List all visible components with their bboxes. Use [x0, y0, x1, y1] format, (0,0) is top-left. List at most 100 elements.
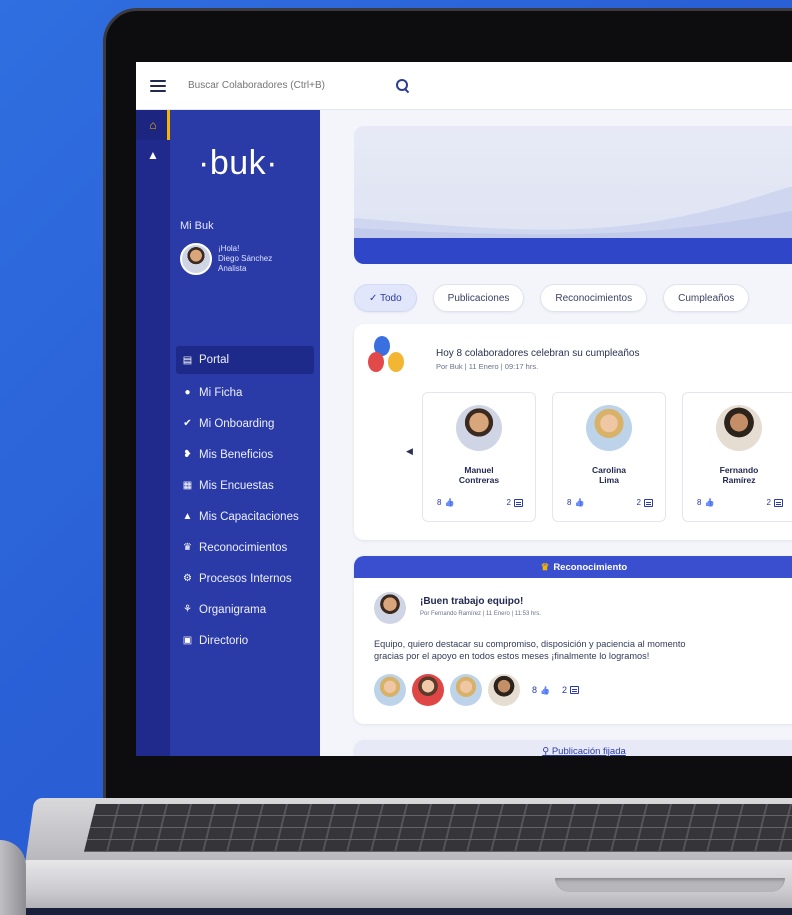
feed-filters: ✓ Todo Publicaciones Reconocimientos Cum…: [354, 284, 750, 312]
person-first-name: Carolina: [591, 465, 626, 475]
avatar[interactable]: [374, 674, 406, 706]
rail-home[interactable]: ⌂: [136, 110, 170, 140]
avatar[interactable]: [488, 674, 520, 706]
like-count: 8: [567, 498, 572, 507]
avatar: [586, 405, 632, 451]
recognition-card: ♛ Reconocimiento ¡Buen trabajo equipo! P…: [354, 556, 792, 724]
comment-count: 2: [561, 685, 567, 695]
avatar: [180, 243, 212, 275]
avatar: [716, 405, 762, 451]
birthday-person-card[interactable]: Carolina Lima 8 2: [552, 392, 666, 522]
thumbs-up-icon: [444, 498, 454, 507]
recognition-header: ♛ Reconocimiento: [354, 556, 792, 578]
user-icon: ●: [184, 387, 191, 398]
menu-icon[interactable]: [150, 79, 166, 92]
pinned-header[interactable]: ⚲ Publicación fijada: [354, 740, 792, 756]
process-icon: ⚙: [183, 573, 192, 584]
org-chart-icon: ⚘: [183, 604, 192, 615]
avatar[interactable]: [374, 592, 406, 624]
icon-rail: ⌂ ▲: [136, 110, 170, 756]
birthday-meta: Por Buk | 11 Enero | 09:17 hrs.: [436, 362, 539, 371]
laptop-shadow: [0, 908, 792, 915]
trophy-icon: ♛: [540, 561, 550, 573]
graduation-icon: ▲: [147, 148, 159, 162]
person-first-name: Fernando: [719, 465, 759, 475]
user-profile[interactable]: ¡Hola! Diego Sánchez Analista: [180, 243, 272, 275]
sidebar-item-mis-beneficios[interactable]: ❥ Mis Beneficios: [170, 439, 320, 470]
sidebar-item-portal[interactable]: ▤ Portal: [176, 346, 314, 374]
sidebar-item-label: Mi Ficha: [199, 386, 243, 399]
sidebar-item-mi-ficha[interactable]: ● Mi Ficha: [170, 377, 320, 408]
comment-icon: [514, 498, 523, 507]
comment-button[interactable]: 2: [507, 498, 523, 507]
sidebar-item-label: Mi Onboarding: [199, 417, 275, 430]
banner-strip: [354, 238, 792, 264]
comment-icon: [570, 686, 579, 694]
sidebar-item-directorio[interactable]: ▣ Directorio: [170, 625, 320, 656]
reactors: 8 2: [374, 674, 579, 706]
birthday-people: Manuel Contreras 8 2 Carolina Lima: [422, 392, 792, 522]
balloons-icon: [368, 336, 416, 376]
top-bar: [136, 62, 792, 110]
like-button[interactable]: 8: [532, 685, 550, 695]
home-icon: ⌂: [149, 118, 157, 132]
avatar[interactable]: [450, 674, 482, 706]
sidebar-item-organigrama[interactable]: ⚘ Organigrama: [170, 594, 320, 625]
comment-button[interactable]: 2: [637, 498, 653, 507]
buk-logo[interactable]: ·buk·: [198, 144, 278, 183]
post-title: ¡Buen trabajo equipo!: [420, 596, 524, 607]
hero-banner: [354, 126, 792, 264]
like-button[interactable]: 8: [567, 498, 584, 507]
search-icon[interactable]: [396, 78, 410, 93]
comment-button[interactable]: 2: [562, 685, 579, 695]
chevron-left-icon[interactable]: ◀: [406, 446, 413, 457]
person-last-name: Contreras: [458, 475, 500, 485]
sidebar-item-label: Procesos Internos: [199, 572, 292, 585]
filter-cumpleanos[interactable]: Cumpleaños: [663, 284, 750, 312]
sidebar-item-label: Organigrama: [199, 603, 267, 616]
like-count: 8: [697, 498, 702, 507]
birthday-person-card[interactable]: Manuel Contreras 8 2: [422, 392, 536, 522]
filter-reconocimientos[interactable]: Reconocimientos: [540, 284, 648, 312]
comment-icon: [774, 498, 783, 507]
sidebar-item-label: Mis Capacitaciones: [199, 510, 299, 523]
like-button[interactable]: 8: [437, 498, 454, 507]
post-body-line: Equipo, quiero destacar su compromiso, d…: [374, 639, 686, 649]
directory-icon: ▣: [182, 635, 193, 646]
sidebar-item-reconocimientos[interactable]: ♛ Reconocimientos: [170, 532, 320, 563]
sidebar: ·buk· Mi Buk ¡Hola! Diego Sánchez Analis…: [170, 110, 320, 756]
birthday-person-card[interactable]: Fernando Ramírez 8 2: [682, 392, 792, 522]
sidebar-item-label: Reconocimientos: [199, 541, 288, 554]
sidebar-item-mis-capacitaciones[interactable]: ▲ Mis Capacitaciones: [170, 501, 320, 532]
gift-icon: ❥: [183, 449, 192, 460]
keyboard: [84, 804, 792, 852]
avatar[interactable]: [412, 674, 444, 706]
comment-count: 2: [766, 498, 771, 507]
search-input[interactable]: [188, 80, 388, 91]
sidebar-item-mis-encuestas[interactable]: ▦ Mis Encuestas: [170, 470, 320, 501]
like-button[interactable]: 8: [697, 498, 714, 507]
pin-icon: ⚲: [542, 746, 552, 756]
birthday-card: Hoy 8 colaboradores celebran su cumpleañ…: [354, 324, 792, 540]
rail-learning[interactable]: ▲: [136, 140, 170, 170]
profile-name: Diego Sánchez: [218, 254, 273, 263]
post-meta: Por Fernando Ramírez | 11 Enero | 11:53 …: [420, 611, 541, 617]
filter-todo[interactable]: ✓ Todo: [354, 284, 417, 312]
main-content: ✓ Todo Publicaciones Reconocimientos Cum…: [320, 110, 792, 756]
screen: ⌂ ▲ ·buk· Mi Buk ¡Hola! Diego Sánchez An…: [136, 62, 792, 756]
post-body: Equipo, quiero destacar su compromiso, d…: [374, 638, 792, 662]
comment-icon: [644, 498, 653, 507]
sidebar-item-procesos-internos[interactable]: ⚙ Procesos Internos: [170, 563, 320, 594]
comment-button[interactable]: 2: [767, 498, 783, 507]
person-last-name: Lima: [599, 475, 619, 485]
sidebar-item-label: Mis Beneficios: [199, 448, 274, 461]
sidebar-item-label: Portal: [199, 354, 230, 366]
trophy-icon: ♛: [183, 542, 192, 553]
sidebar-item-mi-onboarding[interactable]: ✔ Mi Onboarding: [170, 408, 320, 439]
like-count: 8: [437, 498, 442, 507]
sidebar-nav: ▤ Portal ● Mi Ficha ✔ Mi Onboarding ❥ Mi…: [170, 346, 320, 656]
filter-publicaciones[interactable]: Publicaciones: [432, 284, 525, 312]
graduation-icon: ▲: [182, 511, 193, 522]
check-icon: ✔: [183, 418, 192, 429]
birthday-title: Hoy 8 colaboradores celebran su cumpleañ…: [436, 348, 640, 359]
